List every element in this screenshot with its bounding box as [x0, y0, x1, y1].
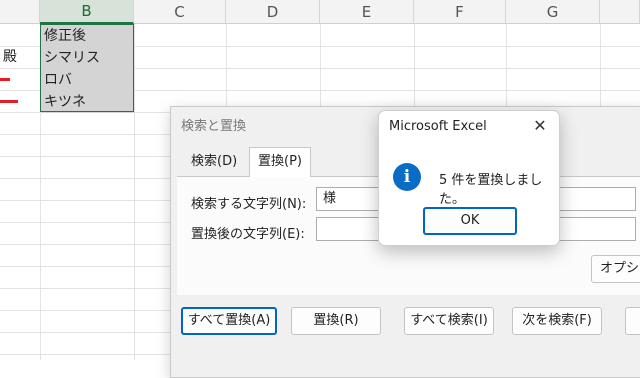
column-header-f[interactable]: F — [414, 0, 506, 24]
replace-all-button[interactable]: すべて置換(A) — [181, 307, 277, 335]
cell-a1[interactable] — [0, 24, 40, 46]
column-header-h-partial[interactable] — [600, 0, 640, 24]
column-header-g[interactable]: G — [506, 0, 600, 24]
tab-find[interactable]: 検索(D) — [183, 149, 245, 175]
find-all-button[interactable]: すべて検索(I) — [404, 307, 494, 335]
message-box: Microsoft Excel ✕ i 5 件を置換しました。 OK — [378, 110, 560, 246]
column-header-e[interactable]: E — [320, 0, 414, 24]
find-next-button[interactable]: 次を検索(F) — [512, 307, 602, 335]
column-header-d[interactable]: D — [226, 0, 320, 24]
info-icon: i — [393, 163, 421, 191]
find-what-label: 検索する文字列(N): — [191, 197, 307, 212]
replace-button[interactable]: 置換(R) — [291, 307, 381, 335]
dialog-title: 検索と置換 — [181, 119, 247, 134]
column-header-c[interactable]: C — [134, 0, 226, 24]
column-header-b[interactable]: B — [40, 0, 134, 24]
cell-a2[interactable]: 殿 — [0, 46, 40, 68]
close-button-partial[interactable] — [625, 307, 640, 335]
replace-with-label: 置換後の文字列(E): — [191, 227, 305, 242]
options-button[interactable]: オプショ — [591, 255, 640, 283]
ok-button[interactable]: OK — [423, 207, 517, 235]
selection-range-border — [40, 24, 134, 112]
message-box-title: Microsoft Excel — [389, 119, 487, 134]
red-underline-mark — [0, 100, 18, 103]
close-icon[interactable]: ✕ — [529, 115, 551, 137]
red-underline-mark — [0, 78, 10, 81]
message-text: 5 件を置換しました。 — [439, 173, 543, 207]
tab-replace[interactable]: 置換(P) — [249, 147, 311, 177]
column-header-a-partial[interactable] — [0, 0, 40, 24]
